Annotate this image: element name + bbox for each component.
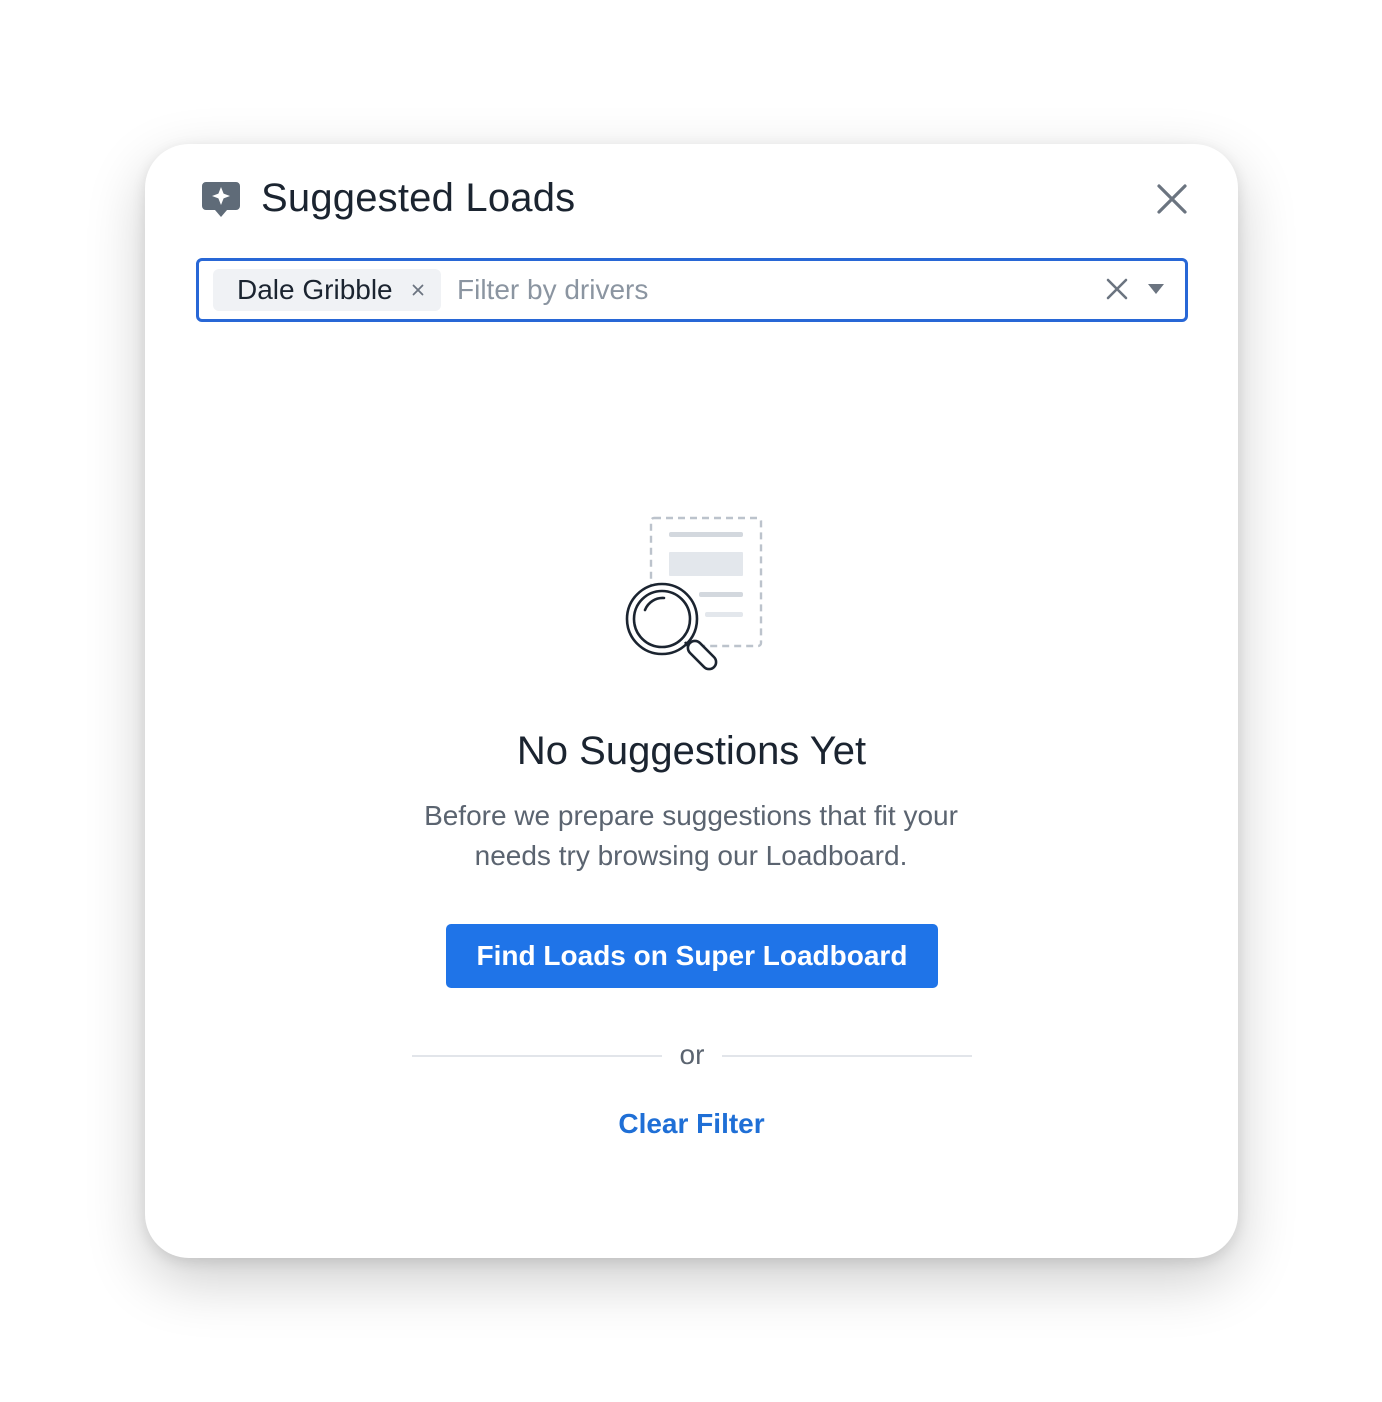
find-loads-button[interactable]: Find Loads on Super Loadboard [446, 924, 938, 988]
close-icon [1157, 184, 1187, 214]
driver-tag: Dale Gribble [213, 269, 441, 311]
remove-tag-button[interactable] [411, 283, 425, 297]
driver-filter-input[interactable] [457, 267, 1017, 313]
empty-state-description: Before we prepare suggestions that fit y… [424, 800, 958, 871]
clear-icon[interactable] [1105, 277, 1129, 301]
empty-state-title: No Suggestions Yet [516, 729, 867, 773]
caret-down-icon[interactable] [1147, 283, 1165, 295]
sparkle-chat-icon [202, 182, 240, 217]
divider-line-right [722, 1055, 972, 1057]
dialog-title: Suggested Loads [261, 176, 576, 220]
clear-filter-link[interactable]: Clear Filter [145, 1104, 1238, 1144]
suggested-loads-dialog: Suggested Loads Dale Gribble Filter by d… [145, 144, 1238, 1258]
document-search-illustration [625, 516, 763, 671]
close-button[interactable] [1151, 178, 1193, 220]
divider-text: or [679, 1039, 705, 1070]
remove-tag-icon [412, 284, 424, 296]
driver-tag-label: Dale Gribble [237, 274, 393, 305]
driver-filter-select[interactable]: Dale Gribble [196, 258, 1188, 322]
divider-line-left [412, 1055, 662, 1057]
